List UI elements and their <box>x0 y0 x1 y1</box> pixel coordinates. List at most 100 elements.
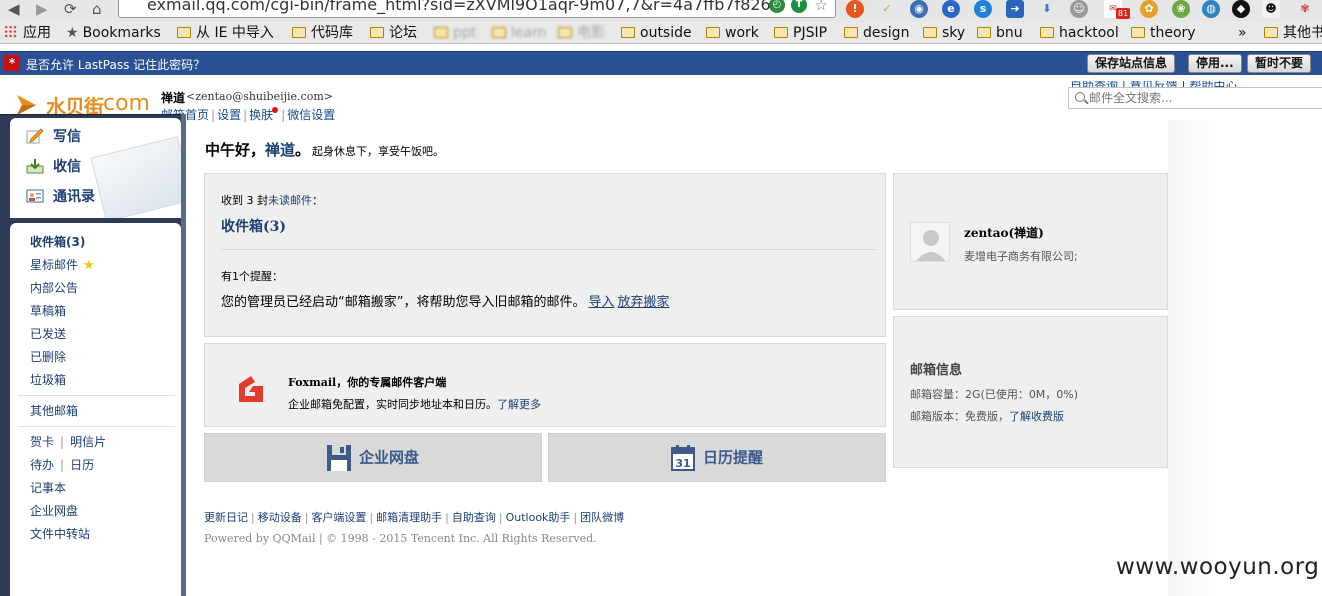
ext-dots-icon[interactable]: ✾ <box>1296 0 1314 18</box>
ext-robot-icon[interactable]: ☺ <box>1070 0 1088 18</box>
link-wechat-settings[interactable]: 微信设置 <box>287 108 335 122</box>
ext-fox-icon[interactable]: ✿ <box>1140 0 1158 18</box>
bookmark-folder[interactable]: PJSIP <box>774 24 827 42</box>
sidebar-scrollbar[interactable] <box>181 114 186 596</box>
lastpass-save-button[interactable]: 保存站点信息 <box>1087 54 1176 73</box>
footer-link-self-service[interactable]: 自助查询 <box>452 511 496 524</box>
greeting-user-name[interactable]: 禅道 <box>265 141 295 159</box>
mail-search[interactable] <box>1068 87 1322 109</box>
footer-link-changelog[interactable]: 更新日记 <box>204 511 248 524</box>
contacts-button[interactable]: 通讯录 <box>26 186 95 210</box>
link-todo[interactable]: 待办 <box>30 458 54 472</box>
link-card[interactable]: 贺卡 <box>30 435 54 449</box>
address-bar[interactable]: exmail.qq.com/cgi-bin/frame_html?sid=zXV… <box>118 0 836 18</box>
reload-icon[interactable]: ⟳ <box>64 0 77 18</box>
lastpass-infobar: * 是否允许 LastPass 记住此密码？ 保存站点信息 停用... 暂时不要 <box>0 51 1322 75</box>
mailbox-info-panel: 邮箱信息 邮箱容量：2G(已使用：0M，0%) 邮箱版本：免费版，了解收费版 <box>893 316 1168 468</box>
footer-link-client[interactable]: 客户端设置 <box>311 511 366 524</box>
page-action-icon[interactable]: ◴ <box>769 0 785 13</box>
home-icon[interactable]: ⌂ <box>92 0 102 18</box>
contacts-card-icon <box>26 189 44 203</box>
netdisk-save-icon <box>326 445 351 471</box>
folder-list: 收件箱(3) 星标邮件 ★ 内部公告 草稿箱 已发送 已删除 垃圾箱 其他邮箱 贺… <box>10 223 181 596</box>
unread-link[interactable]: 未读邮件 <box>268 194 312 207</box>
ext-e-icon[interactable]: e <box>942 0 960 18</box>
netdisk-tile-label: 企业网盘 <box>358 448 419 467</box>
bookmark-folder[interactable]: ppt <box>434 24 476 42</box>
compose-button[interactable]: 写信 <box>26 126 81 150</box>
lastpass-later-button[interactable]: 暂时不要 <box>1247 54 1312 73</box>
folder-sent[interactable]: 已发送 <box>30 325 66 343</box>
link-calendar[interactable]: 日历 <box>70 458 94 472</box>
bookmark-folder[interactable]: 代码库 <box>292 24 353 42</box>
bookmark-bookmarks[interactable]: ★ Bookmarks <box>66 24 161 42</box>
bookmark-folder[interactable]: work <box>706 24 759 42</box>
ext-s-icon[interactable]: s <box>974 0 992 18</box>
bookmark-folder[interactable]: learn <box>492 24 546 42</box>
bookmark-folder[interactable]: bnu <box>977 24 1023 42</box>
lastpass-disable-button[interactable]: 停用... <box>1188 54 1242 73</box>
ext-bird-icon[interactable]: ❀ <box>1172 0 1190 18</box>
reminder-body: 您的管理员已经启动“邮箱搬家”，将帮助您导入旧邮箱的邮件。 导入 放弃搬家 <box>221 295 670 310</box>
folder-announcements[interactable]: 内部公告 <box>30 279 78 297</box>
import-link[interactable]: 导入 <box>588 295 614 310</box>
netdisk-tile[interactable]: 企业网盘 <box>204 433 542 482</box>
folder-starred[interactable]: 星标邮件 ★ <box>30 256 95 274</box>
mailbox-version: 邮箱版本：免费版，了解收费版 <box>910 410 1064 423</box>
link-netdisk[interactable]: 企业网盘 <box>30 502 78 520</box>
calendar-tile[interactable]: 31 日历提醒 <box>548 433 886 482</box>
bookmark-folder[interactable]: 电影 <box>558 24 605 42</box>
folder-deleted[interactable]: 已删除 <box>30 348 66 366</box>
avatar[interactable] <box>910 222 950 262</box>
foxmail-logo-icon <box>239 376 263 402</box>
lastpass-logo-icon: * <box>4 55 20 71</box>
mail-search-input[interactable] <box>1089 90 1319 106</box>
footer-link-mobile[interactable]: 移动设备 <box>258 511 302 524</box>
bookmark-folder[interactable]: 论坛 <box>370 24 417 42</box>
ext-green-icon[interactable]: T <box>791 0 807 13</box>
link-file-transfer[interactable]: 文件中转站 <box>30 525 90 543</box>
receive-inbox-icon <box>26 159 44 174</box>
bookmark-folder[interactable]: hacktool <box>1040 24 1119 42</box>
forward-icon[interactable]: ▶ <box>36 0 48 18</box>
ext-check-icon[interactable]: ✓ <box>878 0 896 18</box>
link-postcard[interactable]: 明信片 <box>70 435 106 449</box>
bookmark-apps[interactable]: 应用 <box>4 24 51 42</box>
bookmark-folder[interactable]: design <box>844 24 909 42</box>
upgrade-link[interactable]: 了解收费版 <box>1009 410 1064 423</box>
footer-link-weibo[interactable]: 团队微博 <box>580 511 624 524</box>
ext-shield-icon[interactable]: ◆ <box>1232 0 1250 18</box>
ext-globe-icon[interactable]: ◍ <box>1202 0 1220 18</box>
url-text[interactable]: exmail.qq.com/cgi-bin/frame_html?sid=zXV… <box>147 0 779 14</box>
reminder-title: 有1个提醒： <box>221 270 283 283</box>
ext-arrow-icon[interactable]: ➔ <box>1006 0 1024 18</box>
ext-circle-icon[interactable]: ◉ <box>910 0 928 18</box>
bookmark-other-folder[interactable]: 其他书 <box>1264 24 1322 42</box>
footer-link-cleanup[interactable]: 邮箱清理助手 <box>376 511 442 524</box>
calendar-icon: 31 <box>670 445 695 471</box>
foxmail-learn-more-link[interactable]: 了解更多 <box>497 398 541 411</box>
back-icon[interactable]: ◀ <box>8 0 20 18</box>
footer-link-outlook[interactable]: Outlook助手 <box>506 511 571 524</box>
folder-other-mailbox[interactable]: 其他邮箱 <box>30 402 78 420</box>
bookmark-folder[interactable]: theory <box>1131 24 1196 42</box>
inbox-link[interactable]: 收件箱(3) <box>221 216 286 236</box>
cancel-migration-link[interactable]: 放弃搬家 <box>618 295 670 310</box>
link-notepad[interactable]: 记事本 <box>30 479 66 497</box>
bookmark-folder[interactable]: outside <box>621 24 692 42</box>
link-settings[interactable]: 设置 <box>217 108 241 122</box>
bookmark-folder[interactable]: sky <box>923 24 965 42</box>
ext-mask-icon[interactable]: ☻ <box>1262 0 1280 18</box>
link-skin[interactable]: 换肤 <box>249 108 273 122</box>
ext-download-icon[interactable]: ⬇ <box>1038 0 1056 18</box>
folder-inbox[interactable]: 收件箱(3) <box>30 233 85 251</box>
ext-warning-icon[interactable]: ! <box>846 0 864 18</box>
folder-drafts[interactable]: 草稿箱 <box>30 302 66 320</box>
bookmark-star-icon[interactable]: ☆ <box>813 0 829 13</box>
footer-links: 更新日记 | 移动设备 | 客户端设置 | 邮箱清理助手 | 自助查询 | Outlook助手 | 团队… <box>204 511 625 524</box>
bookmark-folder[interactable]: 从 IE 中导入 <box>177 24 274 42</box>
bookmarks-more-chevron[interactable]: » <box>1238 24 1247 42</box>
folder-spam[interactable]: 垃圾箱 <box>30 371 66 389</box>
greeting-subtitle: 起身休息下，享受午饭吧。 <box>312 145 445 158</box>
receive-button[interactable]: 收信 <box>26 156 81 180</box>
